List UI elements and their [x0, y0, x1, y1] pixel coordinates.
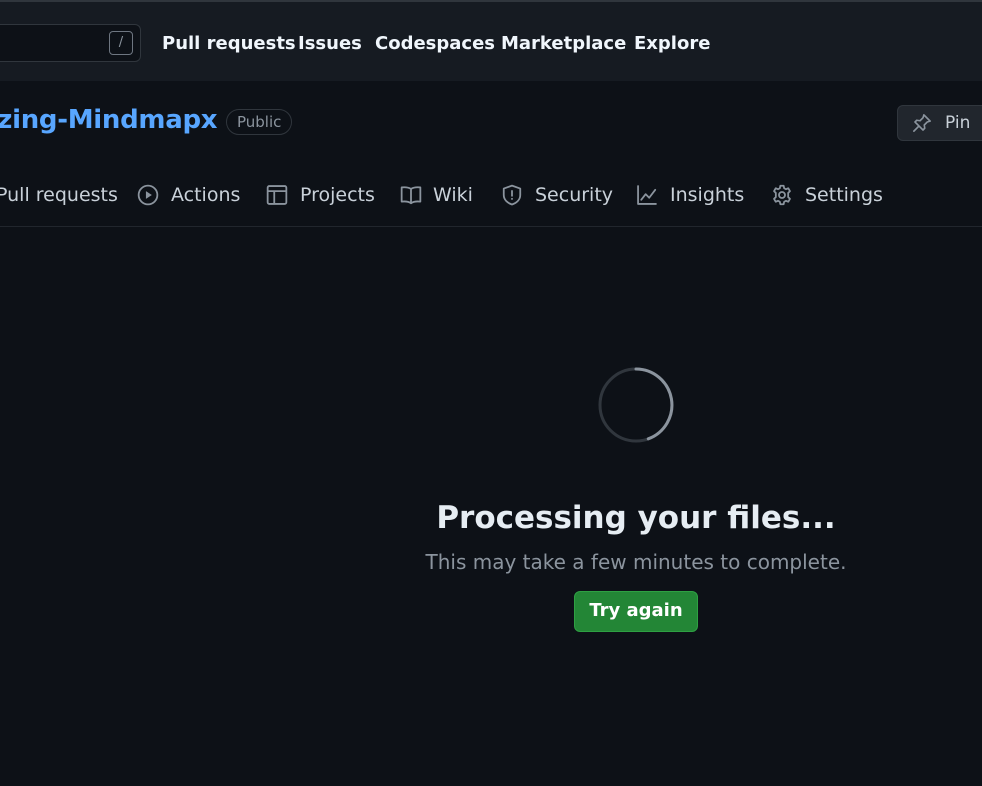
tab-label: Security [535, 184, 614, 206]
nav-pull-requests[interactable]: Pull requests [162, 33, 296, 54]
gear-icon [773, 184, 791, 206]
tab-label: Settings [805, 184, 883, 206]
processing-subtitle: This may take a few minutes to complete. [425, 550, 847, 574]
tab-label: Pull requests [0, 184, 118, 206]
tab-label: Insights [670, 184, 745, 206]
graph-icon [637, 185, 657, 205]
pin-button[interactable]: Pin [897, 105, 982, 141]
tab-security[interactable]: Security [501, 183, 613, 209]
play-icon [137, 184, 159, 206]
tab-label: Actions [171, 184, 241, 206]
tab-label: Projects [300, 184, 375, 206]
nav-codespaces[interactable]: Codespaces [375, 33, 495, 54]
repo-name-link[interactable]: azing-Mindmapx [0, 105, 218, 135]
global-header: / Pull requests Issues Codespaces Market… [0, 0, 982, 81]
tab-pull-requests[interactable]: Pull requests [0, 183, 118, 209]
visibility-badge: Public [226, 109, 293, 135]
nav-marketplace[interactable]: Marketplace [501, 33, 626, 54]
tab-label: Wiki [433, 184, 473, 206]
pin-icon [913, 114, 931, 132]
tab-actions[interactable]: Actions [137, 183, 241, 209]
processing-title: Processing your files... [436, 500, 836, 536]
search-shortcut-key: / [109, 31, 133, 55]
tab-settings[interactable]: Settings [771, 183, 883, 209]
pin-label: Pin [945, 113, 971, 133]
book-icon [400, 186, 422, 205]
tab-projects[interactable]: Projects [266, 183, 375, 209]
tab-wiki[interactable]: Wiki [400, 183, 473, 209]
search-input[interactable]: / [0, 24, 141, 62]
nav-explore[interactable]: Explore [634, 33, 710, 54]
repo-tabs: Pull requests Actions Projects Wiki Secu… [0, 165, 982, 227]
tab-insights[interactable]: Insights [636, 183, 745, 209]
nav-issues[interactable]: Issues [298, 33, 362, 54]
table-icon [266, 185, 288, 205]
loading-spinner-icon [598, 367, 674, 443]
shield-icon [502, 184, 522, 206]
try-again-button[interactable]: Try again [574, 591, 698, 632]
